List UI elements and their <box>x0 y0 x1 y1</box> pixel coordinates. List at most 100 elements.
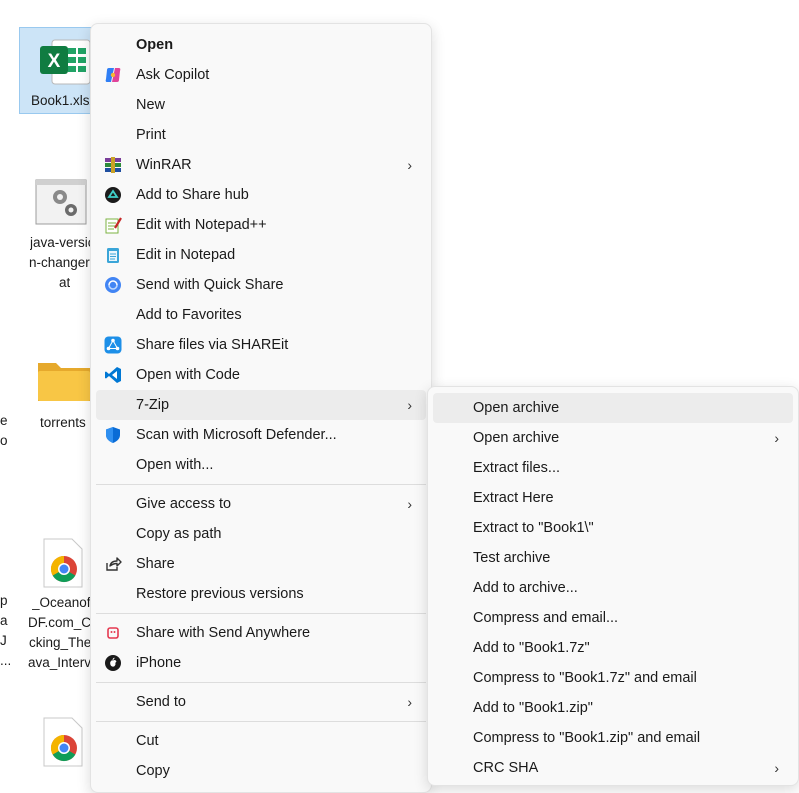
submenu-item-label: Compress to "Book1.zip" and email <box>473 730 701 746</box>
submenu-item-compress-email[interactable]: Compress and email... <box>433 603 793 633</box>
chrome-file-icon <box>43 538 83 588</box>
submenu-item-label: CRC SHA <box>473 760 539 776</box>
chevron-right-icon: › <box>407 397 412 413</box>
desktop-label-fragment-e: e <box>0 413 8 428</box>
menu-item-copy-as-path[interactable]: Copy as path <box>96 519 426 549</box>
desktop-label-java-2: n-changer.b <box>29 255 90 270</box>
svg-text:X: X <box>48 51 61 72</box>
menu-item-label: Restore previous versions <box>136 586 304 602</box>
desktop-label-ocean-1: _OceanofP <box>32 595 94 610</box>
submenu-item-compress-zip-email[interactable]: Compress to "Book1.zip" and email <box>433 723 793 753</box>
submenu-item-open-archive[interactable]: Open archive <box>433 393 793 423</box>
menu-item-copy[interactable]: Copy <box>96 756 426 786</box>
chevron-right-icon: › <box>774 760 779 776</box>
submenu-item-extract-files[interactable]: Extract files... <box>433 453 793 483</box>
menu-item-add-to-share-hub[interactable]: Add to Share hub <box>96 180 426 210</box>
chevron-right-icon: › <box>407 157 412 173</box>
desktop-label-fragment-j: J <box>0 633 7 648</box>
submenu-item-label: Add to "Book1.7z" <box>473 640 590 656</box>
context-menu: Open Ask Copilot New Print WinRAR › Add … <box>90 23 432 793</box>
menu-item-defender-scan[interactable]: Scan with Microsoft Defender... <box>96 420 426 450</box>
copilot-icon <box>105 68 121 82</box>
send-anywhere-icon <box>107 627 119 639</box>
submenu-item-add-to-archive[interactable]: Add to archive... <box>433 573 793 603</box>
menu-item-quick-share[interactable]: Send with Quick Share <box>96 270 426 300</box>
submenu-item-label: Open archive <box>473 430 560 446</box>
shareit-icon <box>104 336 122 354</box>
menu-item-label: Edit in Notepad <box>136 247 236 263</box>
menu-item-label: WinRAR <box>136 157 192 173</box>
submenu-item-add-7z[interactable]: Add to "Book1.7z" <box>433 633 793 663</box>
menu-item-new[interactable]: New <box>96 90 426 120</box>
menu-item-iphone[interactable]: iPhone <box>96 648 426 678</box>
desktop-icon-java-changer[interactable]: java-versio n-changer.b at <box>22 175 90 295</box>
menu-item-send-to[interactable]: Send to › <box>96 687 426 717</box>
menu-item-label: Copy as path <box>136 526 222 542</box>
menu-item-ask-copilot[interactable]: Ask Copilot <box>96 60 426 90</box>
menu-item-open-with-code[interactable]: Open with Code <box>96 360 426 390</box>
menu-item-shareit[interactable]: Share files via SHAREit <box>96 330 426 360</box>
menu-item-edit-notepadpp[interactable]: Edit with Notepad++ <box>96 210 426 240</box>
submenu-item-label: Compress and email... <box>473 610 619 626</box>
submenu-item-add-zip[interactable]: Add to "Book1.zip" <box>433 693 793 723</box>
menu-separator <box>96 484 426 485</box>
menu-item-label: Edit with Notepad++ <box>136 217 267 233</box>
menu-separator <box>96 613 426 614</box>
winrar-icon <box>105 157 121 173</box>
menu-item-label: Send with Quick Share <box>136 277 284 293</box>
7zip-submenu: Open archive Open archive › Extract file… <box>427 386 799 786</box>
submenu-item-label: Add to archive... <box>473 580 578 596</box>
desktop-label-java-1: java-versio <box>30 235 90 250</box>
menu-item-label: Copy <box>136 763 170 779</box>
desktop-label-fragment-dots: ... <box>0 653 12 668</box>
menu-item-edit-notepad[interactable]: Edit in Notepad <box>96 240 426 270</box>
chevron-right-icon: › <box>407 496 412 512</box>
defender-shield-icon <box>106 427 120 443</box>
submenu-item-extract-to[interactable]: Extract to "Book1\" <box>433 513 793 543</box>
menu-item-label: Open <box>136 37 174 53</box>
excel-file-icon: X <box>40 39 91 85</box>
menu-item-restore-versions[interactable]: Restore previous versions <box>96 579 426 609</box>
folder-icon <box>38 363 90 401</box>
menu-item-winrar[interactable]: WinRAR › <box>96 150 426 180</box>
submenu-item-label: Extract Here <box>473 490 554 506</box>
desktop-icon-chrome-file-2[interactable] <box>26 714 94 779</box>
submenu-item-label: Add to "Book1.zip" <box>473 700 593 716</box>
submenu-item-extract-here[interactable]: Extract Here <box>433 483 793 513</box>
notepadpp-icon <box>105 217 122 234</box>
desktop-label-ocean-2: DF.com_Cra <box>28 615 94 630</box>
menu-item-label: Add to Share hub <box>136 187 249 203</box>
menu-item-label: Ask Copilot <box>136 67 210 83</box>
menu-item-label: 7-Zip <box>136 397 170 413</box>
menu-item-label: Open with Code <box>136 367 240 383</box>
menu-item-give-access[interactable]: Give access to › <box>96 489 426 519</box>
menu-item-add-to-favorites[interactable]: Add to Favorites <box>96 300 426 330</box>
menu-item-share[interactable]: Share <box>96 549 426 579</box>
submenu-item-compress-7z-email[interactable]: Compress to "Book1.7z" and email <box>433 663 793 693</box>
menu-item-send-anywhere[interactable]: Share with Send Anywhere <box>96 618 426 648</box>
desktop-icon-torrents[interactable]: torrents <box>30 355 90 435</box>
submenu-item-open-archive-more[interactable]: Open archive › <box>433 423 793 453</box>
desktop-icon-oceanofpdf[interactable]: _OceanofP DF.com_Cra cking_The_J ava_Int… <box>26 535 94 675</box>
share-icon <box>106 557 122 571</box>
menu-item-label: New <box>136 97 166 113</box>
menu-item-7zip[interactable]: 7-Zip › <box>96 390 426 420</box>
menu-item-open-with[interactable]: Open with... <box>96 450 426 480</box>
vscode-icon <box>105 367 121 383</box>
menu-item-print[interactable]: Print <box>96 120 426 150</box>
menu-item-label: iPhone <box>136 655 182 671</box>
submenu-item-label: Open archive <box>473 400 560 416</box>
notepad-icon <box>107 248 119 263</box>
menu-item-label: Open with... <box>136 457 214 473</box>
desktop-label-java-3: at <box>59 275 71 290</box>
submenu-item-label: Compress to "Book1.7z" and email <box>473 670 697 686</box>
menu-item-cut[interactable]: Cut <box>96 726 426 756</box>
menu-item-label: Print <box>136 127 166 143</box>
desktop-label-fragment-o: o <box>0 433 8 448</box>
menu-item-open[interactable]: Open <box>96 30 426 60</box>
submenu-item-label: Test archive <box>473 550 551 566</box>
desktop-label-fragment-a: a <box>0 613 8 628</box>
menu-item-label: Send to <box>136 694 186 710</box>
submenu-item-test-archive[interactable]: Test archive <box>433 543 793 573</box>
menu-item-label: Share files via SHAREit <box>136 337 289 353</box>
